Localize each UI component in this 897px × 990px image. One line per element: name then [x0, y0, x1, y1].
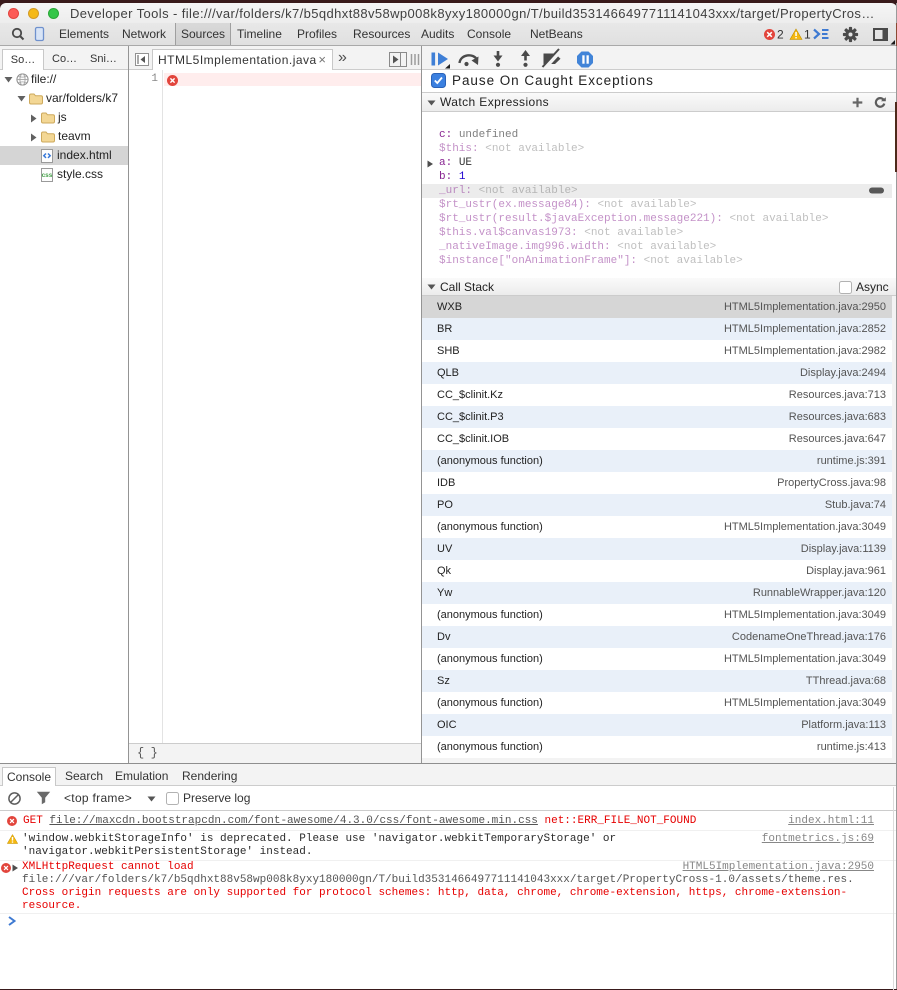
- svg-text:2: 2: [777, 28, 784, 42]
- svg-text:css: css: [42, 172, 53, 179]
- svg-text:1: 1: [804, 28, 811, 42]
